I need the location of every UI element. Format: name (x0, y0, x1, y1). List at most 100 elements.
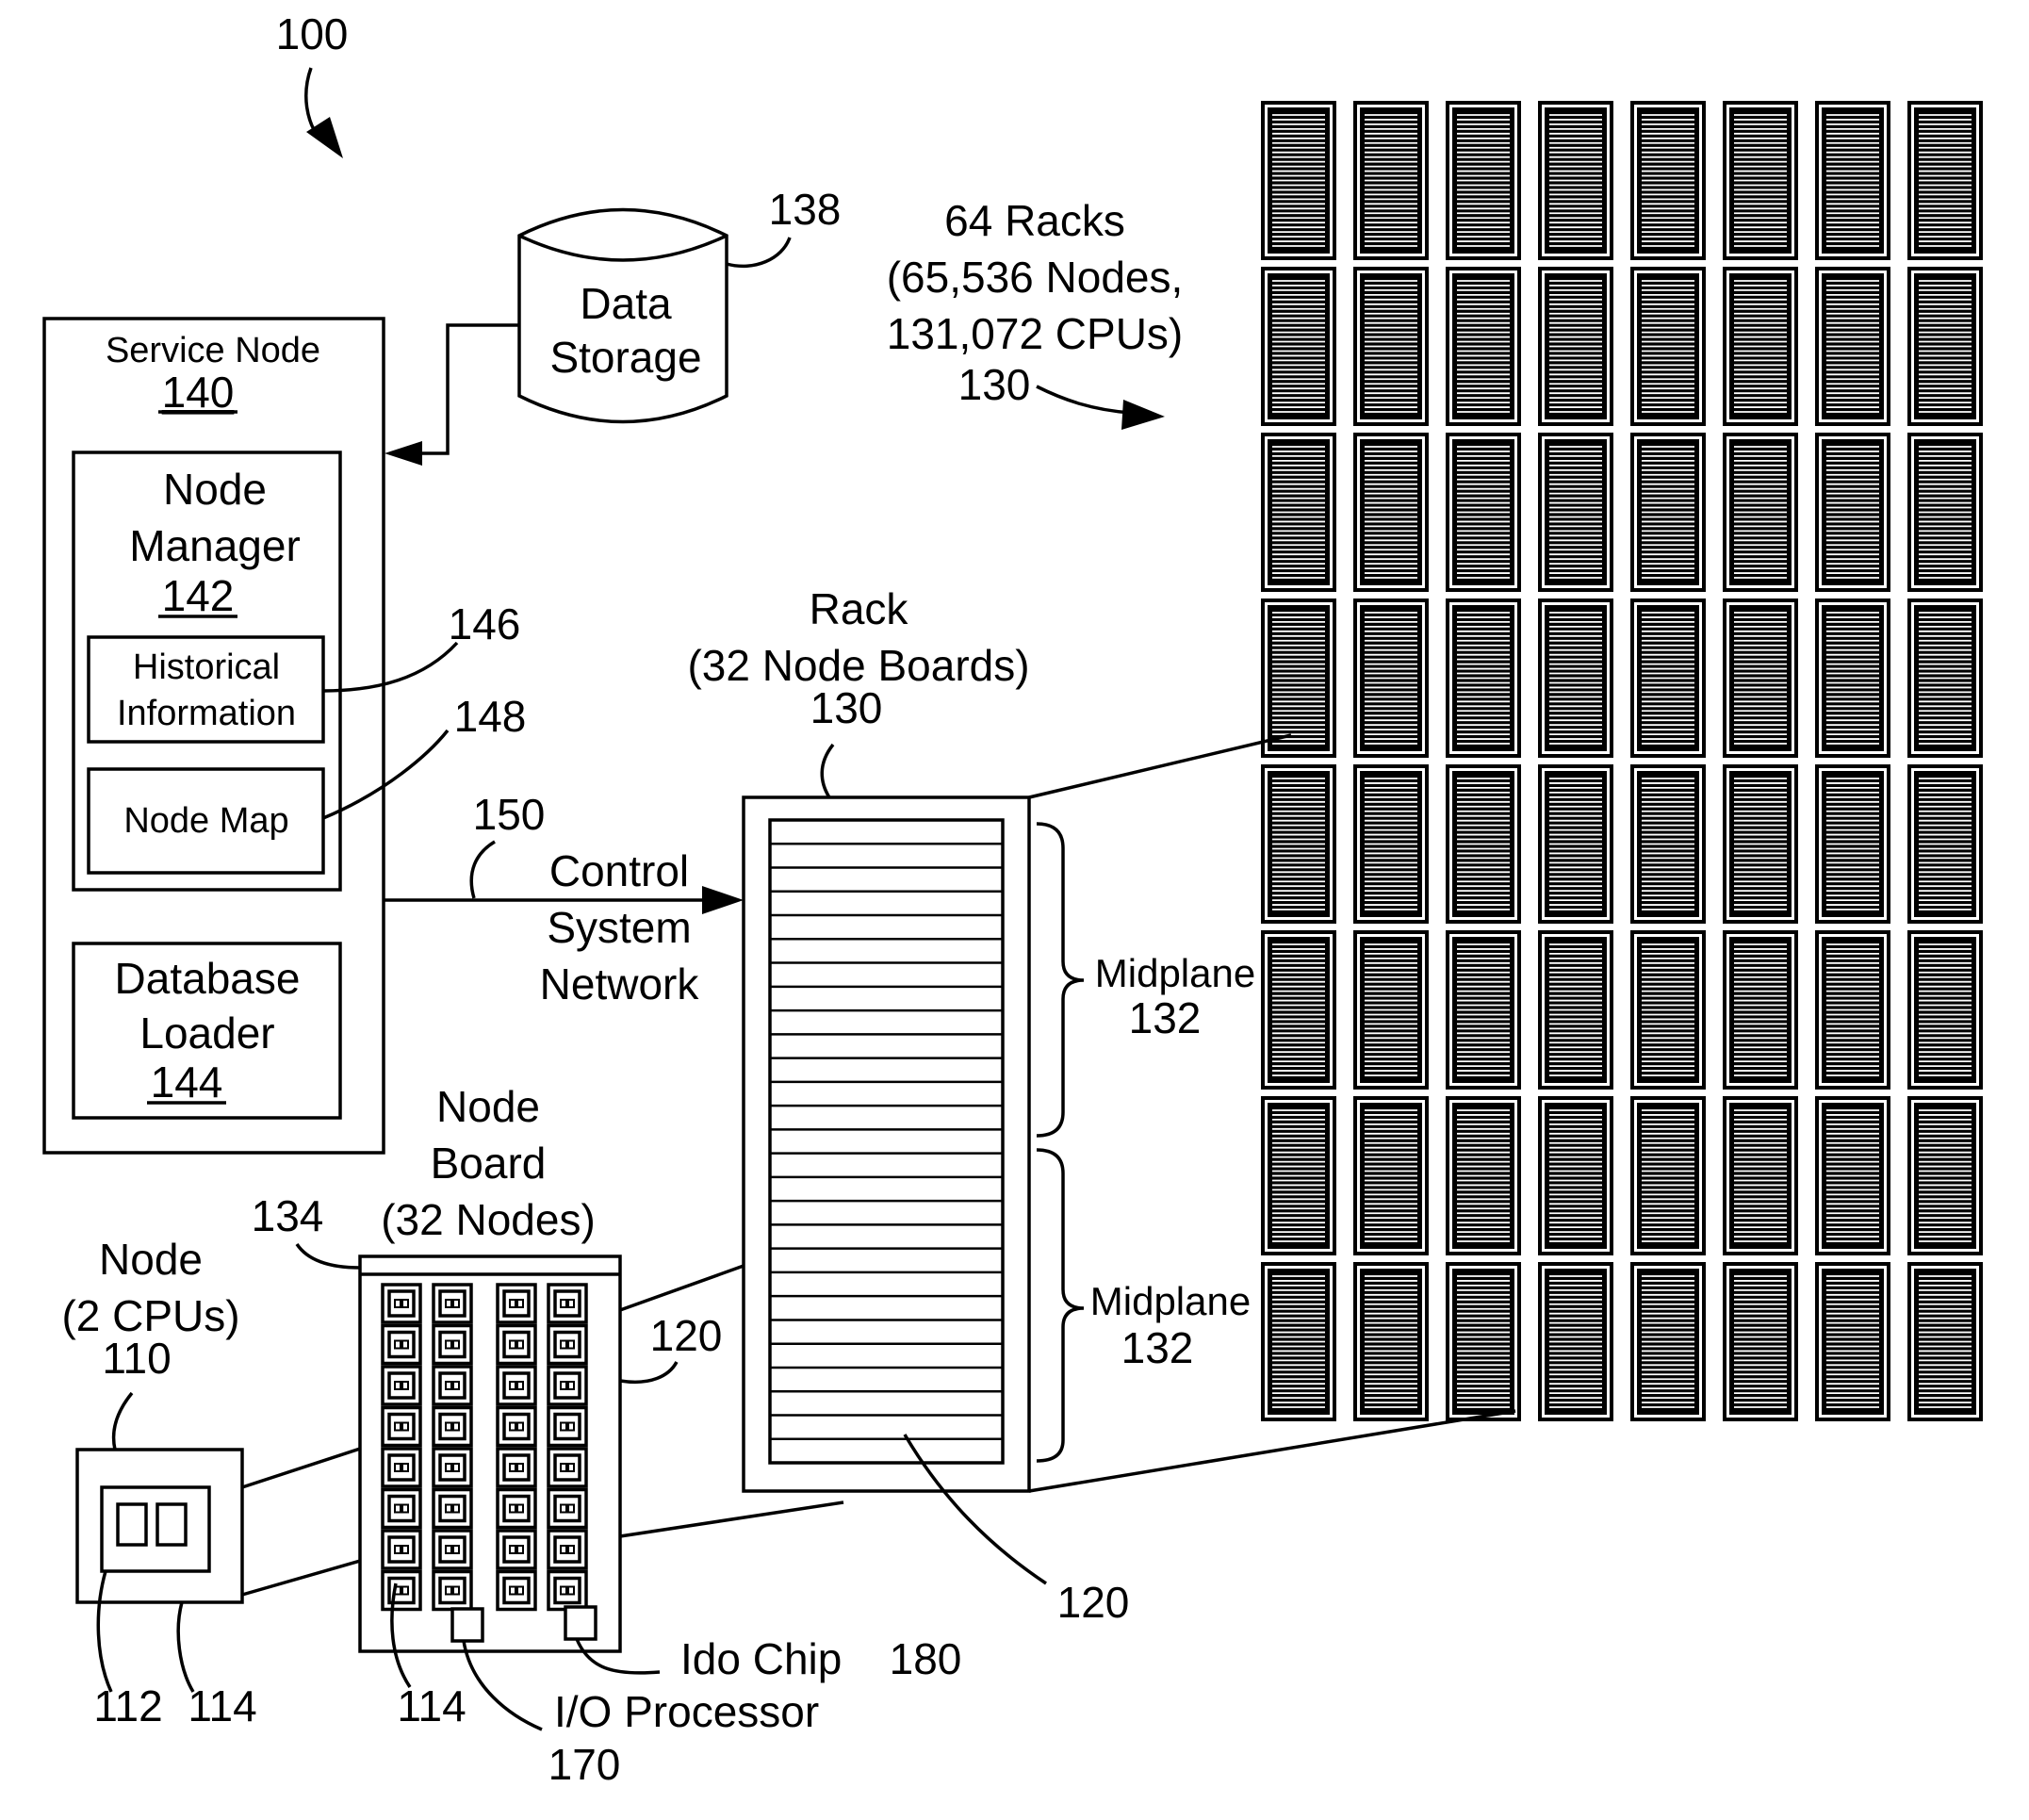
node-chip-cpu-a (511, 1587, 515, 1594)
midplane-bottom-label: Midplane (1090, 1279, 1251, 1323)
node-chip (381, 1365, 422, 1406)
data-storage: Data Storage 138 (385, 185, 841, 466)
control-network-arrowhead-icon (702, 886, 744, 914)
node-chip-cpu-b (518, 1587, 522, 1594)
grid-rack (1353, 764, 1429, 924)
data-storage-label-line2: Storage (549, 333, 701, 382)
control-network-line3: Network (540, 959, 700, 1008)
grid-rack (1353, 433, 1429, 592)
node-manager-label-line2: Manager (129, 521, 301, 570)
rack-board-ref: 120 (1057, 1578, 1130, 1627)
node-chip (496, 1529, 537, 1570)
io-processor-leader-line (462, 1640, 543, 1731)
grid-rack (1815, 598, 1890, 758)
node-chip-cpu-a (447, 1547, 450, 1552)
node-chip-cpu-a (447, 1341, 450, 1348)
node-chip (496, 1283, 537, 1324)
grid-rack (1538, 930, 1613, 1090)
grid-rack (1723, 598, 1798, 758)
control-network-line2: System (547, 903, 691, 952)
cpu-chip-2 (155, 1502, 188, 1547)
node-label-line1: Node (99, 1235, 203, 1284)
node-chip (547, 1487, 588, 1530)
grid-rack (1815, 267, 1890, 426)
control-network-ref: 150 (473, 790, 546, 839)
grid-rack (1723, 764, 1798, 924)
midplane-bottom-ref: 132 (1121, 1323, 1194, 1372)
grid-rack (1815, 1262, 1890, 1421)
ido-chip-ref: 180 (890, 1634, 962, 1683)
node-chip-cpu-b (518, 1465, 522, 1470)
grid-rack (1538, 433, 1613, 592)
grid-rack (1630, 101, 1706, 260)
grid-rack (1353, 930, 1429, 1090)
grid-rack (1815, 1096, 1890, 1255)
grid-rack (1538, 1096, 1613, 1255)
node-chip-cpu-b (454, 1301, 458, 1306)
node-chip-cpu-b (454, 1341, 458, 1348)
node-chip-cpu-a (396, 1341, 400, 1348)
service-node-ref: 140 (162, 368, 235, 417)
node-chip-cpu-b (454, 1423, 458, 1430)
rack-inner-box (768, 818, 1005, 1465)
racks-system-label: 64 Racks (65,536 Nodes, 131,072 CPUs) 13… (887, 196, 1184, 430)
node-board-label-line3: (32 Nodes) (381, 1195, 596, 1244)
node-chip (547, 1569, 588, 1612)
data-storage-label-line1: Data (580, 279, 672, 328)
node-manager-ref: 142 (162, 571, 235, 620)
grid-rack (1353, 1262, 1429, 1421)
node-chip-cpu-a (511, 1465, 515, 1470)
grid-rack (1907, 1262, 1983, 1421)
node-chip (547, 1529, 588, 1570)
historical-information-line2: Information (117, 694, 296, 733)
node-chip-cpu-a (562, 1547, 565, 1552)
node-chip-cpu-a (396, 1423, 400, 1430)
control-system-network: 150 Control System Network (384, 790, 744, 1008)
node-manager-label-line1: Node (163, 465, 267, 514)
grid-rack (1446, 1096, 1521, 1255)
node-chip (381, 1447, 422, 1488)
node-chip (381, 1529, 422, 1570)
node-chip-cpu-a (396, 1505, 400, 1512)
grid-rack (1261, 101, 1336, 260)
grid-rack (1630, 1262, 1706, 1421)
node-chip-cpu-b (518, 1423, 522, 1430)
node-chip-cpu-a (562, 1587, 565, 1594)
node-chip (496, 1323, 537, 1366)
node-chip-cpu-a (562, 1505, 565, 1512)
grid-rack (1261, 764, 1336, 924)
node-chip-cpu-b (403, 1383, 407, 1388)
grid-rack (1630, 267, 1706, 426)
database-loader-ref: 144 (151, 1058, 223, 1107)
grid-rack (1261, 930, 1336, 1090)
grid-rack (1538, 267, 1613, 426)
system-diagram: 100 Data Storage 138 Service Node 140 No… (42, 9, 1983, 1789)
node-chip-cpu-b (569, 1587, 573, 1594)
rack-zoom-line-top (1028, 733, 1292, 799)
grid-rack (1630, 598, 1706, 758)
racks-label-line2: (65,536 Nodes, (887, 253, 1184, 302)
node-chip-cpu-a (562, 1465, 565, 1470)
node-chip-cpu-b (569, 1505, 573, 1512)
node-chip-cpu-b (403, 1505, 407, 1512)
board-zoom-line-top (619, 1264, 745, 1312)
grid-rack (1723, 1096, 1798, 1255)
node-chip (381, 1405, 422, 1448)
node-chip-cpu-a (396, 1301, 400, 1306)
grid-rack (1446, 930, 1521, 1090)
grid-rack (1907, 764, 1983, 924)
node-chip-cpu-a (447, 1301, 450, 1306)
node-chip (547, 1365, 588, 1406)
grid-rack (1907, 267, 1983, 426)
grid-rack (1538, 598, 1613, 758)
node-board-node-ref: 114 (397, 1681, 466, 1730)
io-processor-chip (450, 1607, 484, 1643)
node-chip (547, 1447, 588, 1488)
node-chip (381, 1487, 422, 1530)
node-board-ref-leader-line (295, 1242, 361, 1270)
storage-connector-arrowhead-icon (385, 441, 422, 466)
node-board-label-line2: Board (431, 1139, 547, 1188)
node-chip-cpu-b (518, 1341, 522, 1348)
node-chip-cpu-b (454, 1547, 458, 1552)
rack-ref-leader-line (820, 743, 835, 798)
